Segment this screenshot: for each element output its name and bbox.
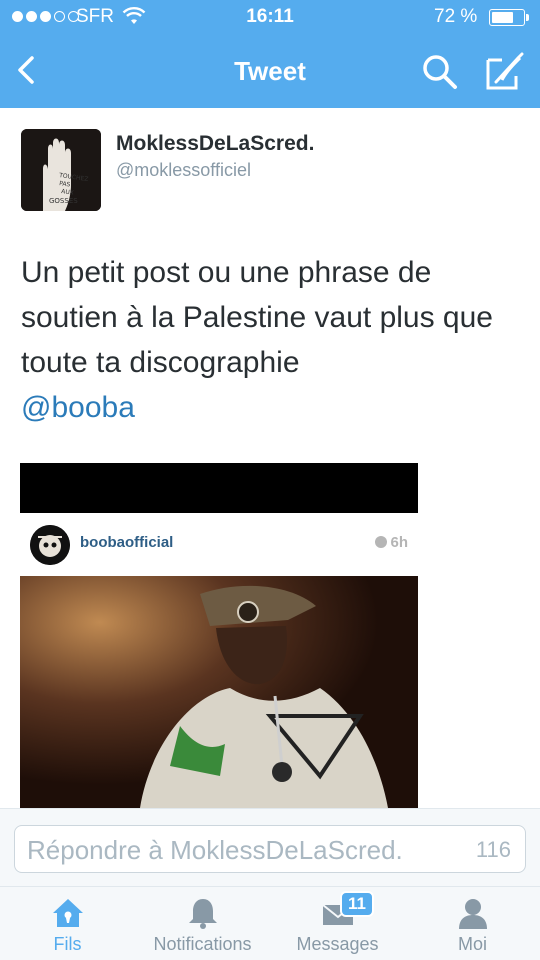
tab-messages[interactable]: Messages [270, 887, 405, 960]
person-icon [458, 899, 487, 929]
author-name[interactable]: MoklessDeLaScred. [116, 132, 314, 156]
reply-input[interactable]: Répondre à MoklessDeLaScred. 116 [14, 825, 526, 873]
home-icon [52, 899, 83, 927]
messages-badge: 11 [340, 891, 374, 917]
skull-logo-icon [30, 525, 70, 565]
compose-button[interactable] [480, 50, 526, 94]
embedded-username: boobaofficial [80, 534, 174, 551]
status-bar: SFR 16:11 72 % [0, 0, 540, 36]
mention-link[interactable]: @booba [21, 391, 135, 424]
photo-figure-image [20, 576, 418, 808]
reply-placeholder: Répondre à MoklessDeLaScred. [27, 835, 403, 865]
tweet-media[interactable]: boobaofficial 6h [20, 463, 418, 808]
reply-bar: Répondre à MoklessDeLaScred. 116 [0, 808, 540, 886]
tweet-body: Un petit post ou une phrase de soutien à… [21, 250, 521, 430]
battery-icon [489, 9, 529, 26]
author-avatar[interactable]: TOUCHEZ PAS AUX GOSSES [21, 129, 101, 211]
character-count: 116 [475, 837, 511, 862]
tab-notifications-label: Notifications [153, 934, 252, 954]
clock-icon [375, 536, 388, 548]
battery-percentage: 72 % [434, 6, 478, 27]
search-button[interactable] [418, 50, 462, 94]
compose-icon [486, 52, 524, 90]
embedded-time: 6h [375, 534, 408, 551]
hand-avatar-image: TOUCHEZ PAS AUX GOSSES [21, 129, 101, 211]
search-icon [423, 55, 457, 89]
tab-home-label: Fils [53, 934, 82, 954]
tab-bar: Fils Notifications Messages Moi [0, 886, 540, 960]
bell-icon [188, 899, 217, 929]
tab-home[interactable]: Fils [0, 887, 135, 960]
navigation-bar: Tweet [0, 36, 540, 108]
tab-me[interactable]: Moi [405, 887, 540, 960]
embedded-avatar [30, 525, 70, 565]
tab-messages-label: Messages [296, 934, 379, 954]
author-handle[interactable]: @moklessofficiel [116, 160, 251, 181]
embedded-photo [20, 576, 418, 808]
avatar-text-4: GOSSES [49, 197, 78, 205]
tab-me-label: Moi [457, 934, 487, 954]
tweet-text: Un petit post ou une phrase de soutien à… [21, 256, 493, 379]
embedded-time-label: 6h [390, 534, 408, 551]
tab-notifications[interactable]: Notifications [135, 887, 270, 960]
media-black-band [20, 463, 418, 513]
embedded-post-header: boobaofficial 6h [20, 513, 418, 576]
top-bar: SFR 16:11 72 % Tweet [0, 0, 540, 108]
